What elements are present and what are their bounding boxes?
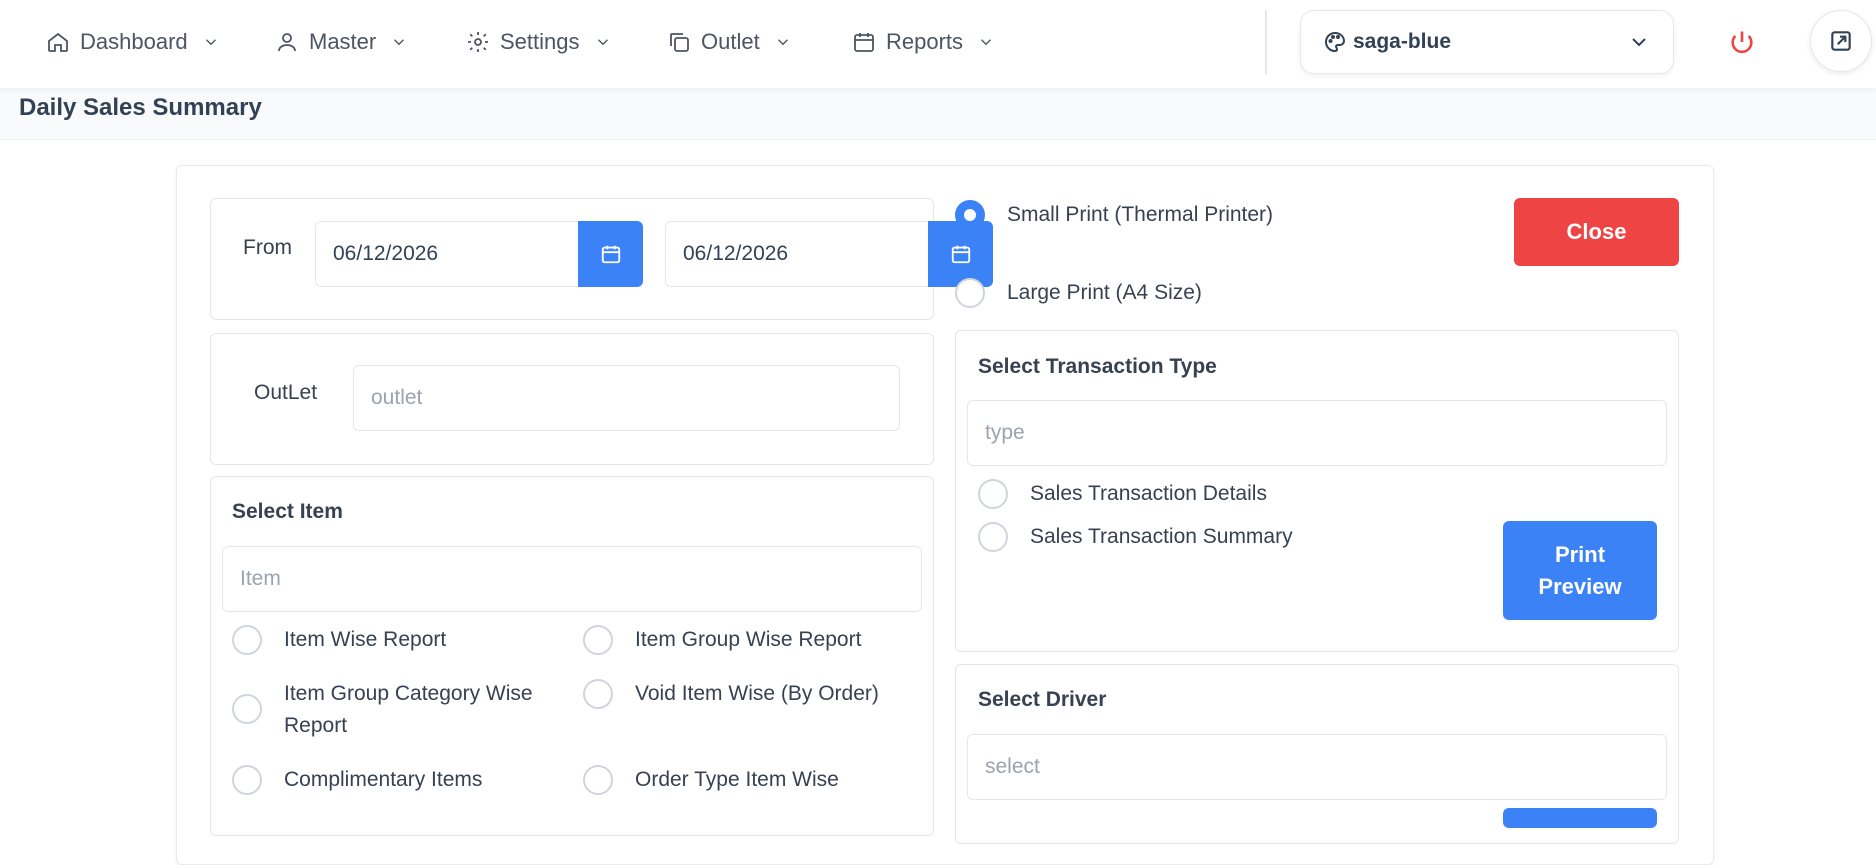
- nav-reports-label: Reports: [886, 29, 964, 54]
- radio-large-print[interactable]: Large Print (A4 Size): [955, 278, 1202, 308]
- copy-icon: [670, 33, 689, 52]
- user-icon: [278, 33, 296, 52]
- palette-icon: [1325, 31, 1346, 53]
- driver-print-preview-button[interactable]: [1503, 808, 1657, 828]
- theme-selector[interactable]: saga-blue: [1300, 10, 1674, 74]
- nav-master-label: Master: [309, 29, 377, 54]
- radio-circle[interactable]: [583, 679, 613, 709]
- item-search-input[interactable]: Item: [222, 546, 922, 612]
- radio-label: Item Group Wise Report: [635, 628, 862, 651]
- chevron-down-icon: [597, 39, 608, 46]
- print-preview-button[interactable]: Print Preview: [1503, 521, 1657, 620]
- nav-outlet-label: Outlet: [701, 29, 760, 54]
- external-link-button[interactable]: [1810, 10, 1872, 72]
- radio-circle[interactable]: [583, 625, 613, 655]
- close-button[interactable]: Close: [1514, 198, 1679, 266]
- select-driver-title: Select Driver: [978, 688, 1107, 711]
- chevron-down-icon: [777, 39, 788, 46]
- radio-label: Large Print (A4 Size): [1007, 281, 1202, 304]
- radio-sales-transaction-summary[interactable]: Sales Transaction Summary: [978, 522, 1293, 552]
- select-item-title: Select Item: [232, 500, 343, 523]
- chevron-down-icon: [981, 39, 992, 46]
- chevron-down-icon: [1632, 38, 1646, 47]
- radio-small-print[interactable]: Small Print (Thermal Printer): [955, 200, 1273, 230]
- nav-outlet[interactable]: Outlet: [667, 22, 792, 62]
- radio-sales-transaction-details[interactable]: Sales Transaction Details: [978, 479, 1267, 509]
- radio-circle[interactable]: [955, 278, 985, 308]
- radio-void-item-wise[interactable]: Void Item Wise (By Order): [583, 679, 879, 709]
- radio-item-wise-report[interactable]: Item Wise Report: [232, 625, 446, 655]
- gear-icon: [468, 32, 488, 52]
- theme-selector-value: saga-blue: [1353, 30, 1452, 53]
- top-navbar: Dashboard Master Settings Outlet Reports…: [0, 0, 1876, 88]
- page-title: Daily Sales Summary: [19, 94, 262, 121]
- radio-order-type-item-wise[interactable]: Order Type Item Wise: [583, 765, 839, 795]
- radio-label: Small Print (Thermal Printer): [1007, 203, 1274, 226]
- nav-settings-label: Settings: [500, 29, 580, 54]
- radio-label: Item Wise Report: [284, 628, 447, 651]
- date-to-input[interactable]: 06/12/2026: [665, 221, 929, 287]
- radio-circle[interactable]: [978, 479, 1008, 509]
- transaction-type-title: Select Transaction Type: [978, 355, 1217, 378]
- logout-button[interactable]: [1722, 22, 1762, 62]
- date-from-label: From: [243, 236, 292, 259]
- home-icon: [48, 32, 68, 52]
- radio-label: Item Group Category Wise Report: [284, 682, 533, 737]
- radio-label: Sales Transaction Details: [1030, 482, 1267, 505]
- nav-master[interactable]: Master: [275, 22, 408, 62]
- nav-settings[interactable]: Settings: [466, 22, 612, 62]
- nav-reports[interactable]: Reports: [852, 22, 995, 62]
- nav-dashboard[interactable]: Dashboard: [46, 22, 220, 62]
- radio-circle[interactable]: [583, 765, 613, 795]
- radio-circle[interactable]: [232, 694, 262, 724]
- date-from-input[interactable]: 06/12/2026: [315, 221, 579, 287]
- radio-label: Complimentary Items: [284, 768, 483, 791]
- external-link-icon: [1831, 31, 1851, 51]
- radio-circle-checked[interactable]: [955, 200, 985, 230]
- driver-select-input[interactable]: select: [967, 734, 1667, 800]
- radio-item-group-wise-report[interactable]: Item Group Wise Report: [583, 625, 861, 655]
- calendar-icon: [951, 245, 970, 264]
- radio-label: Sales Transaction Summary: [1030, 525, 1293, 548]
- chevron-down-icon: [205, 39, 216, 46]
- nav-dashboard-label: Dashboard: [80, 29, 188, 54]
- navbar-divider: [1265, 10, 1267, 74]
- radio-circle[interactable]: [232, 765, 262, 795]
- outlet-input[interactable]: outlet: [353, 365, 900, 431]
- transaction-type-input[interactable]: type: [967, 400, 1667, 466]
- radio-complimentary-items[interactable]: Complimentary Items: [232, 765, 482, 795]
- radio-label: Order Type Item Wise: [635, 768, 839, 791]
- outlet-label: OutLet: [254, 381, 318, 404]
- radio-item-group-category-wise-report[interactable]: Item Group Category Wise Report: [232, 682, 533, 737]
- chevron-down-icon: [394, 39, 405, 46]
- radio-circle[interactable]: [978, 522, 1008, 552]
- calendar-icon: [601, 245, 620, 264]
- power-icon: [1731, 31, 1753, 54]
- page-header: Daily Sales Summary: [0, 88, 1876, 140]
- radio-label: Void Item Wise (By Order): [635, 682, 879, 705]
- calendar-icon: [854, 33, 874, 52]
- date-from-picker-button[interactable]: [578, 221, 643, 287]
- radio-circle[interactable]: [232, 625, 262, 655]
